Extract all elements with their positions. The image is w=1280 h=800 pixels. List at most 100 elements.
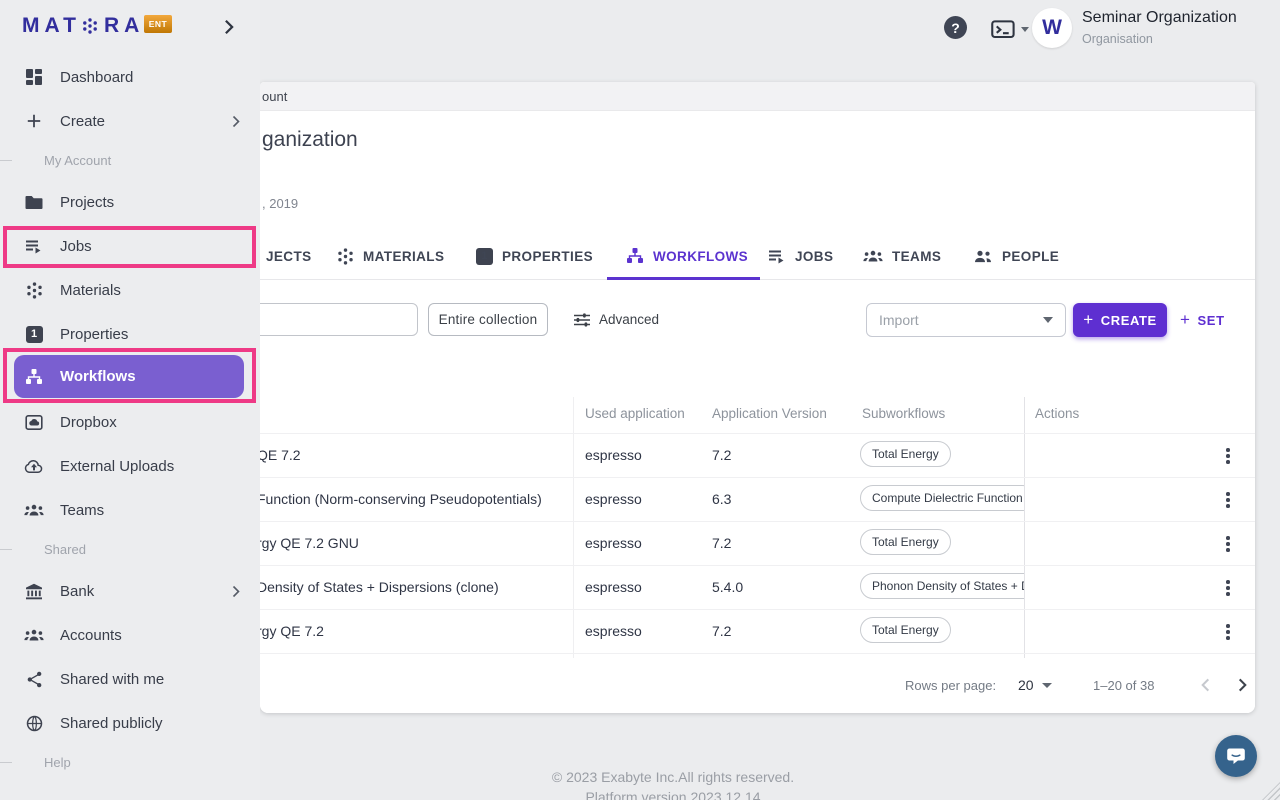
mat3ra-logo: MAT RA: [22, 14, 144, 38]
pagination-range: 1–20 of 38: [1093, 678, 1154, 693]
sidebar-item-shared-with-me[interactable]: Shared with me: [0, 661, 260, 697]
dropbox-icon: [24, 414, 44, 431]
tab-properties[interactable]: 1 PROPERTIES: [476, 232, 593, 280]
row-actions-menu-icon[interactable]: [1217, 533, 1239, 555]
subworkflow-chip[interactable]: Compute Dielectric Function: [860, 485, 1024, 511]
sidebar-section-shared: Shared: [0, 539, 260, 559]
tune-icon: [573, 311, 591, 329]
create-button[interactable]: + CREATE: [1073, 303, 1167, 337]
active-tab-underline: [607, 277, 760, 280]
plus-icon: +: [1083, 310, 1094, 330]
sidebar-section-my-account: My Account: [0, 150, 260, 170]
table-row[interactable]: QE 7.2 espresso 7.2 Total Energy: [260, 433, 1255, 477]
sidebar-item-projects[interactable]: Projects: [0, 184, 260, 220]
subworkflow-chip[interactable]: Phonon Density of States + D: [860, 573, 1024, 599]
share-icon: [24, 671, 44, 688]
sidebar-item-accounts[interactable]: Accounts: [0, 617, 260, 653]
console-icon[interactable]: [991, 19, 1029, 40]
sidebar-item-external-uploads[interactable]: External Uploads: [0, 448, 260, 484]
teams-groups-icon: [24, 503, 44, 518]
window-resize-grip[interactable]: [1262, 782, 1280, 800]
table-row[interactable]: rgy QE 7.2 espresso 7.2 Total Energy: [260, 609, 1255, 653]
table-row[interactable]: Function (Norm-conserving Pseudopotentia…: [260, 477, 1255, 521]
chat-bubble-icon: [1224, 744, 1248, 768]
rows-per-page-select[interactable]: 20: [1018, 677, 1052, 693]
subworkflow-chip[interactable]: Total Energy: [860, 617, 951, 643]
folder-icon: [24, 195, 44, 210]
tab-people[interactable]: PEOPLE: [973, 232, 1059, 280]
subworkflow-chip[interactable]: Total Energy: [860, 441, 951, 467]
breadcrumb: ount: [260, 82, 1255, 111]
organization-subtitle: Organisation: [1082, 32, 1153, 46]
set-button[interactable]: + SET: [1180, 303, 1225, 337]
sidebar-nav: MAT RA ENT Dashboard Create My: [0, 0, 260, 800]
help-icon[interactable]: ?: [944, 16, 967, 39]
jobs-playlist-icon: [768, 247, 786, 265]
accounts-people-icon: [24, 628, 44, 643]
table-row[interactable]: rgy QE 7.2 GNU espresso 7.2 Total Energy: [260, 521, 1255, 565]
previous-page-icon: [1192, 672, 1218, 698]
materials-dots-icon: [337, 248, 354, 265]
row-actions-menu-icon[interactable]: [1217, 577, 1239, 599]
sidebar-item-workflows[interactable]: Workflows: [14, 355, 244, 398]
sidebar-item-shared-publicly[interactable]: Shared publicly: [0, 705, 260, 741]
tab-jobs[interactable]: JOBS: [768, 232, 833, 280]
sidebar-item-properties[interactable]: 1 Properties: [0, 316, 260, 352]
entire-collection-button[interactable]: Entire collection: [428, 303, 548, 336]
tab-workflows[interactable]: WORKFLOWS: [626, 232, 748, 280]
pagination-bar: Rows per page: 20 1–20 of 38: [260, 658, 1255, 713]
people-icon: [973, 249, 993, 264]
col-actions: Actions: [1035, 406, 1079, 421]
sidebar-item-jobs[interactable]: Jobs: [0, 228, 260, 264]
sidebar-collapse-icon[interactable]: [224, 19, 234, 40]
subworkflow-chip[interactable]: Total Energy: [860, 529, 951, 555]
member-since-date: , 2019: [262, 196, 298, 211]
tab-teams[interactable]: TEAMS: [863, 232, 941, 280]
sidebar-item-materials[interactable]: Materials: [0, 272, 260, 308]
properties-badge-icon: 1: [476, 248, 493, 265]
workflows-hierarchy-icon: [626, 247, 644, 265]
caret-down-icon: [1043, 317, 1053, 323]
page-title: ganization: [262, 128, 358, 152]
next-page-icon[interactable]: [1229, 672, 1255, 698]
caret-down-icon: [1021, 27, 1029, 32]
globe-icon: [24, 715, 44, 732]
sidebar-item-documentation[interactable]: Documentation: [0, 790, 260, 800]
enterprise-badge: ENT: [144, 15, 172, 33]
advanced-filter-button[interactable]: Advanced: [573, 303, 659, 336]
sidebar-item-teams[interactable]: Teams: [0, 492, 260, 528]
organization-avatar[interactable]: W: [1032, 8, 1072, 48]
row-actions-menu-icon[interactable]: [1217, 445, 1239, 467]
col-application-version: Application Version: [712, 406, 827, 421]
rows-per-page-label: Rows per page:: [905, 678, 996, 693]
sidebar-item-dropbox[interactable]: Dropbox: [0, 404, 260, 440]
row-actions-menu-icon[interactable]: [1217, 489, 1239, 511]
sidebar-item-bank[interactable]: Bank: [0, 573, 260, 609]
chat-widget-button[interactable]: [1215, 735, 1257, 777]
plus-icon: +: [1180, 310, 1191, 330]
copyright-text: © 2023 Exabyte Inc.All rights reserved.: [260, 769, 1086, 785]
caret-down-icon: [1042, 683, 1052, 688]
chevron-right-icon: [232, 115, 240, 128]
materials-dots-icon: [24, 282, 44, 299]
properties-badge-icon: 1: [24, 326, 44, 343]
col-subworkflows: Subworkflows: [862, 406, 945, 421]
table-row[interactable]: Density of States + Dispersions (clone) …: [260, 565, 1255, 609]
import-dropdown[interactable]: Import: [866, 303, 1066, 337]
table-header: Used application Application Version Sub…: [260, 397, 1255, 433]
workflows-hierarchy-icon: [24, 368, 44, 386]
jobs-playlist-icon: [24, 237, 44, 255]
app-screen: ount ganization , 2019 JECTS MATERIALS 1…: [0, 0, 1280, 800]
tab-materials[interactable]: MATERIALS: [337, 232, 444, 280]
logo-dots-glyph: [82, 18, 98, 34]
dashboard-icon: [24, 68, 44, 86]
account-card: ount ganization , 2019 JECTS MATERIALS 1…: [260, 82, 1255, 713]
search-input[interactable]: [260, 303, 418, 336]
platform-version-text: Platform version 2023.12.14: [260, 789, 1086, 800]
sidebar-item-create[interactable]: Create: [0, 103, 260, 139]
row-actions-menu-icon[interactable]: [1217, 621, 1239, 643]
tab-projects[interactable]: JECTS: [266, 232, 312, 280]
sidebar-section-help: Help: [0, 752, 260, 772]
breadcrumb-text: ount: [262, 89, 287, 104]
sidebar-item-dashboard[interactable]: Dashboard: [0, 59, 260, 95]
